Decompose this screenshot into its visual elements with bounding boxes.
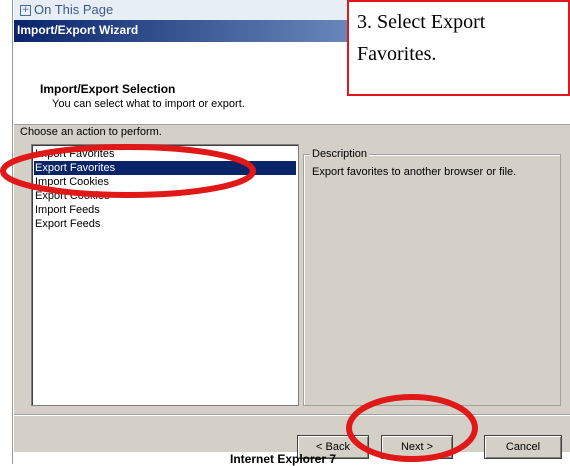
- on-this-page-label[interactable]: On This Page: [34, 2, 113, 17]
- list-item[interactable]: Import Favorites: [34, 147, 296, 161]
- dialog-title: Import/Export Wizard: [17, 23, 139, 37]
- description-groupbox: [303, 154, 561, 406]
- list-item-selected[interactable]: Export Favorites: [34, 161, 296, 175]
- callout-line-1: 3. Select Export: [357, 11, 486, 33]
- action-listbox[interactable]: Import Favorites Export Favorites Import…: [31, 144, 299, 406]
- next-button[interactable]: Next >: [381, 435, 453, 459]
- list-item[interactable]: Import Feeds: [34, 203, 296, 217]
- description-text: Export favorites to another browser or f…: [312, 166, 517, 178]
- cancel-button[interactable]: Cancel: [484, 435, 562, 459]
- action-list-label: Choose an action to perform.: [20, 126, 162, 138]
- list-item[interactable]: Import Cookies: [34, 175, 296, 189]
- list-item[interactable]: Export Cookies: [34, 189, 296, 203]
- callout-line-2: Favorites.: [357, 43, 437, 65]
- callout-text: 3. Select Export Favorites.: [357, 6, 485, 70]
- list-item[interactable]: Export Feeds: [34, 217, 296, 231]
- button-separator: [14, 414, 570, 416]
- instruction-callout: 3. Select Export Favorites.: [347, 0, 570, 96]
- page-left-margin: [0, 0, 13, 464]
- expand-icon[interactable]: +: [20, 5, 31, 16]
- wizard-step-title: Import/Export Selection: [40, 82, 176, 96]
- description-label: Description: [310, 148, 370, 160]
- wizard-step-subtitle: You can select what to import or export.: [52, 98, 245, 110]
